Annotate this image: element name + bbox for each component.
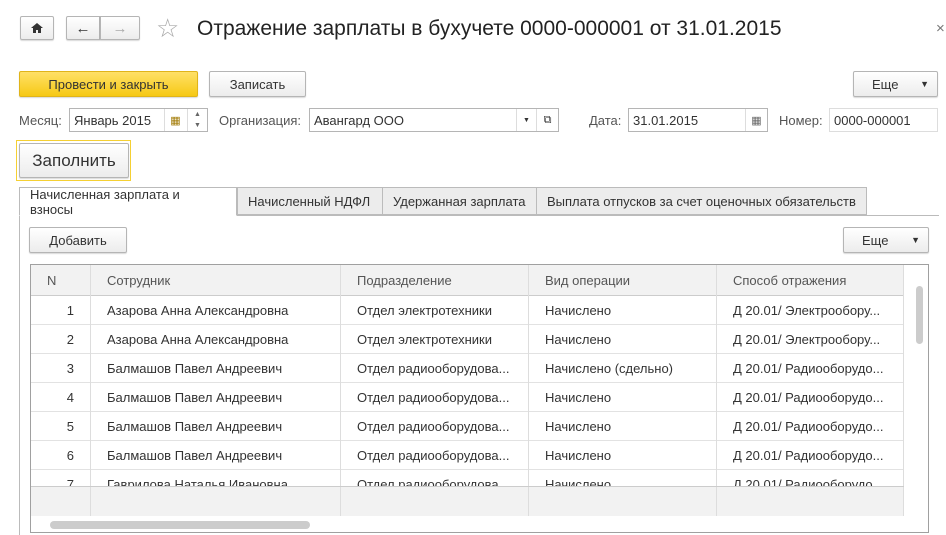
save-button[interactable]: Записать bbox=[209, 71, 306, 97]
more-button[interactable]: Еще ▼ bbox=[853, 71, 938, 97]
table-row[interactable]: 1 Азарова Анна Александровна Отдел электро… bbox=[31, 296, 904, 325]
organization-label: Организация: bbox=[219, 113, 302, 128]
dropdown-arrow-icon: ▼ bbox=[911, 235, 920, 245]
calendar-icon[interactable]: ▦ bbox=[164, 109, 186, 131]
horizontal-scrollbar[interactable] bbox=[31, 516, 928, 532]
tab-accrued-salary[interactable]: Начисленная зарплата и взносы bbox=[19, 187, 237, 217]
cell-number: 2 bbox=[31, 325, 91, 354]
column-header-number[interactable]: N bbox=[31, 265, 91, 296]
arrow-right-icon: → bbox=[112, 19, 128, 37]
cell-method: Д 20.01/ Радиооборудо... bbox=[717, 412, 904, 441]
tab-accrued-ndfl[interactable]: Начисленный НДФЛ bbox=[237, 187, 383, 215]
table-row[interactable]: 4 Балмашов Павел Андреевич Отдел радиообор… bbox=[31, 383, 904, 412]
cell-operation: Начислено bbox=[529, 383, 717, 412]
cell-department: Отдел радиооборудова... bbox=[341, 412, 529, 441]
number-field[interactable]: 0000-000001 bbox=[829, 108, 938, 132]
cell-employee: Балмашов Павел Андреевич bbox=[91, 354, 341, 383]
month-label: Месяц: bbox=[19, 113, 62, 128]
month-value: Январь 2015 bbox=[74, 112, 152, 128]
date-label: Дата: bbox=[589, 113, 622, 128]
open-icon[interactable]: ⧉ bbox=[536, 109, 558, 131]
cell-department: Отдел электротехники bbox=[341, 325, 529, 354]
more-label: Еще bbox=[872, 76, 899, 92]
cell-department: Отдел радиооборудова... bbox=[341, 470, 529, 486]
forward-button[interactable]: → bbox=[100, 16, 140, 40]
number-label: Номер: bbox=[779, 113, 823, 128]
table-more-button[interactable]: Еще ▼ bbox=[843, 227, 929, 253]
close-button[interactable]: × bbox=[936, 20, 945, 37]
data-table: N Сотрудник Подразделение Вид операции Спосо… bbox=[30, 264, 929, 533]
organization-value: Авангард ООО bbox=[314, 112, 404, 128]
more-label: Еще bbox=[862, 232, 889, 248]
cell-number: 1 bbox=[31, 296, 91, 325]
organization-field[interactable]: Авангард ООО ▼ ⧉ bbox=[309, 108, 559, 132]
cell-operation: Начислено bbox=[529, 325, 717, 354]
fill-button[interactable]: Заполнить bbox=[19, 143, 129, 178]
cell-number: 4 bbox=[31, 383, 91, 412]
table-body: 1 Азарова Анна Александровна Отдел электро… bbox=[31, 296, 904, 486]
cell-employee: Гаврилова Наталья Ивановна bbox=[91, 470, 341, 486]
cell-operation: Начислено bbox=[529, 470, 717, 486]
back-button[interactable]: ← bbox=[66, 16, 100, 40]
cell-method: Д 20.01/ Радиооборудо... bbox=[717, 470, 904, 486]
post-and-close-button[interactable]: Провести и закрыть bbox=[19, 71, 198, 97]
vertical-scrollbar[interactable] bbox=[909, 265, 928, 516]
cell-number: 3 bbox=[31, 354, 91, 383]
cell-department: Отдел радиооборудова... bbox=[341, 354, 529, 383]
cell-employee: Азарова Анна Александровна bbox=[91, 325, 341, 354]
table-row[interactable]: 3 Балмашов Павел Андреевич Отдел радиообор… bbox=[31, 354, 904, 383]
date-field[interactable]: 31.01.2015 ▦ bbox=[628, 108, 768, 132]
tab-withheld-salary[interactable]: Удержанная зарплата bbox=[382, 187, 537, 215]
table-row[interactable]: 2 Азарова Анна Александровна Отдел электро… bbox=[31, 325, 904, 354]
column-header-employee[interactable]: Сотрудник bbox=[91, 265, 341, 296]
column-header-operation[interactable]: Вид операции bbox=[529, 265, 717, 296]
cell-method: Д 20.01/ Радиооборудо... bbox=[717, 441, 904, 470]
cell-number: 6 bbox=[31, 441, 91, 470]
cell-employee: Балмашов Павел Андреевич bbox=[91, 441, 341, 470]
table-row[interactable]: 5 Балмашов Павел Андреевич Отдел радиообор… bbox=[31, 412, 904, 441]
home-button[interactable] bbox=[20, 16, 54, 40]
cell-employee: Балмашов Павел Андреевич bbox=[91, 412, 341, 441]
date-value: 31.01.2015 bbox=[633, 112, 699, 128]
cell-operation: Начислено bbox=[529, 296, 717, 325]
calendar-icon[interactable]: ▦ bbox=[745, 109, 767, 131]
month-field[interactable]: Январь 2015 ▦ ▲ ▼ bbox=[69, 108, 208, 132]
cell-department: Отдел электротехники bbox=[341, 296, 529, 325]
cell-employee: Балмашов Павел Андреевич bbox=[91, 383, 341, 412]
cell-department: Отдел радиооборудова... bbox=[341, 441, 529, 470]
tab-vacation-payments[interactable]: Выплата отпусков за счет оценочных обяза… bbox=[536, 187, 867, 215]
scrollbar-thumb[interactable] bbox=[916, 286, 923, 344]
cell-method: Д 20.01/ Радиооборудо... bbox=[717, 383, 904, 412]
table-row[interactable]: 6 Балмашов Павел Андреевич Отдел радиообор… bbox=[31, 441, 904, 470]
cell-method: Д 20.01/ Электрообору... bbox=[717, 296, 904, 325]
table-header: N Сотрудник Подразделение Вид операции Спосо… bbox=[31, 265, 904, 296]
column-header-department[interactable]: Подразделение bbox=[341, 265, 529, 296]
star-icon[interactable]: ☆ bbox=[156, 14, 179, 42]
dropdown-arrow-icon[interactable]: ▼ bbox=[516, 109, 536, 131]
spinner[interactable]: ▲ ▼ bbox=[187, 109, 207, 131]
add-button[interactable]: Добавить bbox=[29, 227, 127, 253]
column-header-method[interactable]: Способ отражения bbox=[717, 265, 904, 296]
home-icon bbox=[31, 23, 43, 33]
cell-method: Д 20.01/ Радиооборудо... bbox=[717, 354, 904, 383]
scrollbar-thumb[interactable] bbox=[50, 521, 310, 529]
arrow-left-icon: ← bbox=[75, 19, 91, 37]
cell-method: Д 20.01/ Электрообору... bbox=[717, 325, 904, 354]
page-title: Отражение зарплаты в бухучете 0000-00000… bbox=[197, 17, 782, 40]
dropdown-arrow-icon: ▼ bbox=[920, 79, 929, 89]
cell-employee: Азарова Анна Александровна bbox=[91, 296, 341, 325]
cell-number: 5 bbox=[31, 412, 91, 441]
cell-number: 7 bbox=[31, 470, 91, 486]
cell-department: Отдел радиооборудова... bbox=[341, 383, 529, 412]
cell-operation: Начислено bbox=[529, 412, 717, 441]
table-row[interactable]: 7 Гаврилова Наталья Ивановна Отдел радиооб… bbox=[31, 470, 904, 486]
cell-operation: Начислено bbox=[529, 441, 717, 470]
table-footer bbox=[31, 486, 904, 516]
cell-operation: Начислено (сдельно) bbox=[529, 354, 717, 383]
